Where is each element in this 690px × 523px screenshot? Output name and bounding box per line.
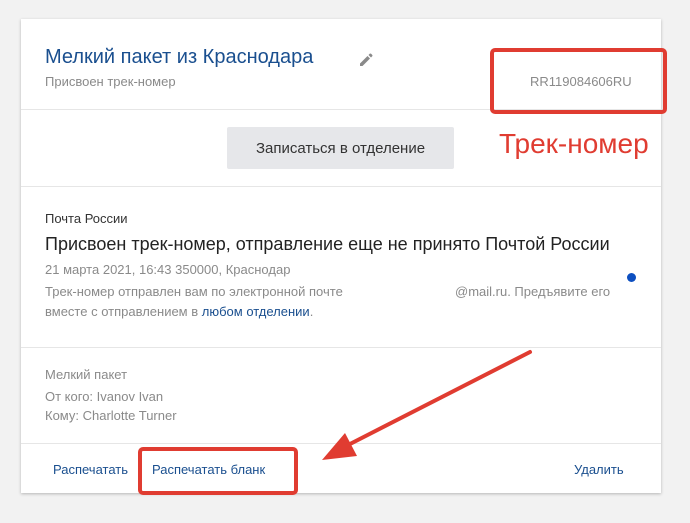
print-button[interactable]: Распечатать (53, 462, 128, 477)
divider (21, 443, 661, 444)
status-meta: 21 марта 2021, 16:43 350000, Краснодар (45, 262, 291, 277)
status-note-line1: Трек-номер отправлен вам по электронной … (45, 284, 343, 299)
delete-button[interactable]: Удалить (574, 462, 624, 477)
parcel-subtitle: Присвоен трек-номер (45, 74, 176, 89)
status-note-line2: вместе с отправлением в любом отделении. (45, 304, 314, 319)
divider (21, 186, 661, 187)
carrier-name: Почта России (45, 211, 128, 226)
status-note-email: @mail.ru. Предъявите его (455, 284, 611, 299)
sender: От кого: Ivanov Ivan (45, 389, 164, 404)
status-title: Присвоен трек-номер, отправление еще не … (45, 234, 610, 254)
any-office-link[interactable]: любом отделении (202, 304, 310, 319)
status-dot (627, 273, 636, 282)
pencil-icon[interactable] (358, 52, 374, 68)
annotation-label: Трек-номер (499, 128, 649, 159)
print-form-highlight-box (138, 447, 298, 495)
track-number-highlight-box (490, 48, 667, 114)
recipient: Кому: Charlotte Turner (45, 408, 177, 423)
divider (21, 347, 661, 348)
enroll-office-button[interactable]: Записаться в отделение (227, 127, 454, 169)
parcel-title: Мелкий пакет из Краснодара (45, 46, 314, 68)
parcel-type: Мелкий пакет (45, 367, 128, 382)
